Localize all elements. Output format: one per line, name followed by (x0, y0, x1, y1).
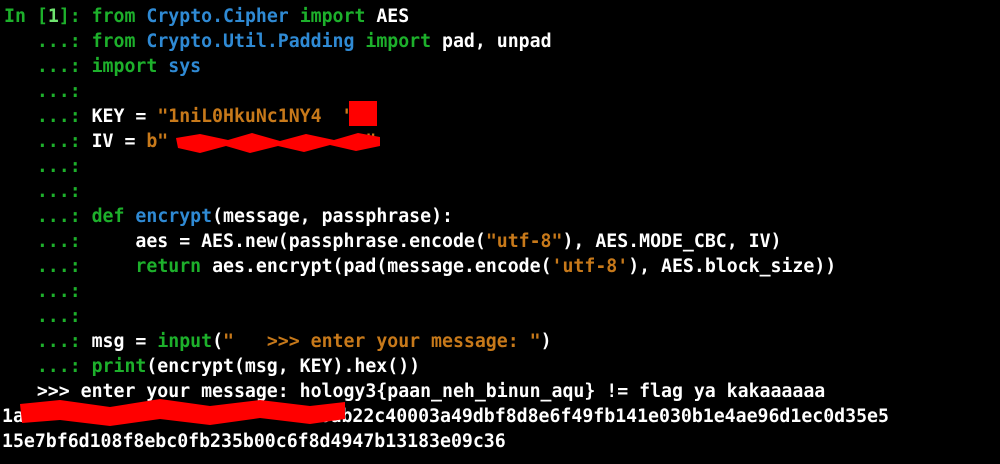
code-line: ...: IV = b" " (4, 129, 376, 154)
code-token: ) (540, 331, 552, 352)
code-line: ...: (4, 279, 92, 304)
continuation-prompt: ...: (4, 256, 92, 277)
code-line: ...: (4, 79, 92, 104)
code-token: AES (365, 6, 410, 27)
code-token: sys (168, 56, 202, 77)
code-line: ...: (4, 304, 92, 329)
code-token: ), AES.block_size)) (628, 256, 837, 277)
continuation-prompt: ...: (4, 281, 92, 302)
code-line: ...: aes = AES.new(passphrase.encode("ut… (4, 229, 782, 254)
code-token: (message, passphrase): (212, 206, 453, 227)
code-token: aes = AES.new(passphrase.encode( (91, 231, 486, 252)
code-line: In [1]: from Crypto.Cipher import AES (4, 4, 409, 29)
code-line: ...: (4, 154, 92, 179)
code-token: Crypto.Util.Padding (146, 31, 355, 52)
continuation-prompt: ...: (4, 31, 92, 52)
continuation-prompt: ...: (4, 131, 92, 152)
code-token: "1niL0HkuNc1NY4 " (157, 106, 355, 127)
output-line: 15e7bf6d108f8ebc0fb235b00c6f8d4947b13183… (2, 431, 506, 452)
code-line: ...: import sys (4, 54, 201, 79)
continuation-prompt: ...: (4, 306, 92, 327)
code-token: input (157, 331, 213, 352)
code-line: ...: (4, 179, 92, 204)
continuation-prompt: ...: (4, 331, 92, 352)
code-line: ...: print(encrypt(msg, KEY).hex()) (4, 354, 420, 379)
in-prompt-close: ]: (58, 6, 92, 27)
code-token: 'utf-8' (551, 256, 629, 277)
output-line: >>> enter your message: hology3{paan_neh… (4, 381, 826, 402)
code-token: import (299, 6, 366, 27)
code-token: Crypto.Cipher (146, 6, 289, 27)
continuation-prompt: ...: (4, 56, 92, 77)
code-token: KEY = (91, 106, 158, 127)
code-line: ...: from Crypto.Util.Padding import pad… (4, 29, 552, 54)
code-token: ), AES.MODE_CBC, IV) (562, 231, 782, 252)
code-line: ...: def encrypt(message, passphrase): (4, 204, 453, 229)
code-line: ...: return aes.encrypt(pad(message.enco… (4, 254, 836, 279)
code-token: "utf-8" (485, 231, 563, 252)
continuation-prompt: ...: (4, 206, 92, 227)
code-token: ( (212, 331, 224, 352)
cell-number: 1 (47, 6, 59, 27)
continuation-prompt: ...: (4, 181, 92, 202)
continuation-prompt: ...: (4, 356, 92, 377)
code-token: pad, unpad (431, 31, 552, 52)
code-line: ...: msg = input(" >>> enter your messag… (4, 329, 552, 354)
continuation-prompt: ...: (4, 106, 92, 127)
continuation-prompt: ...: (4, 156, 92, 177)
code-token: " >>> enter your message: " (223, 331, 541, 352)
code-token: import (91, 56, 158, 77)
ipython-terminal: In [1]: from Crypto.Cipher import AES ..… (0, 0, 1000, 464)
code-token: from (91, 31, 136, 52)
code-token: msg = (91, 331, 158, 352)
code-token: import (365, 31, 432, 52)
output-line: 1a 6ab22c40003a49dbf8d8e6f49fb141e030b1e… (2, 406, 889, 427)
code-token: aes.encrypt(pad(message.encode( (201, 256, 552, 277)
code-token: encrypt (135, 206, 213, 227)
code-token: (encrypt(msg, KEY).hex()) (146, 356, 421, 377)
code-line: ...: KEY = "1niL0HkuNc1NY4 " (4, 104, 355, 129)
code-token: print (91, 356, 147, 377)
continuation-prompt: ...: (4, 81, 92, 102)
continuation-prompt: ...: (4, 231, 92, 252)
code-token: def (91, 206, 125, 227)
code-token: b" " (146, 131, 377, 152)
code-token: from (91, 6, 136, 27)
code-token: return (135, 256, 202, 277)
code-token: IV = (91, 131, 147, 152)
in-prompt-label: In [ (4, 6, 48, 27)
